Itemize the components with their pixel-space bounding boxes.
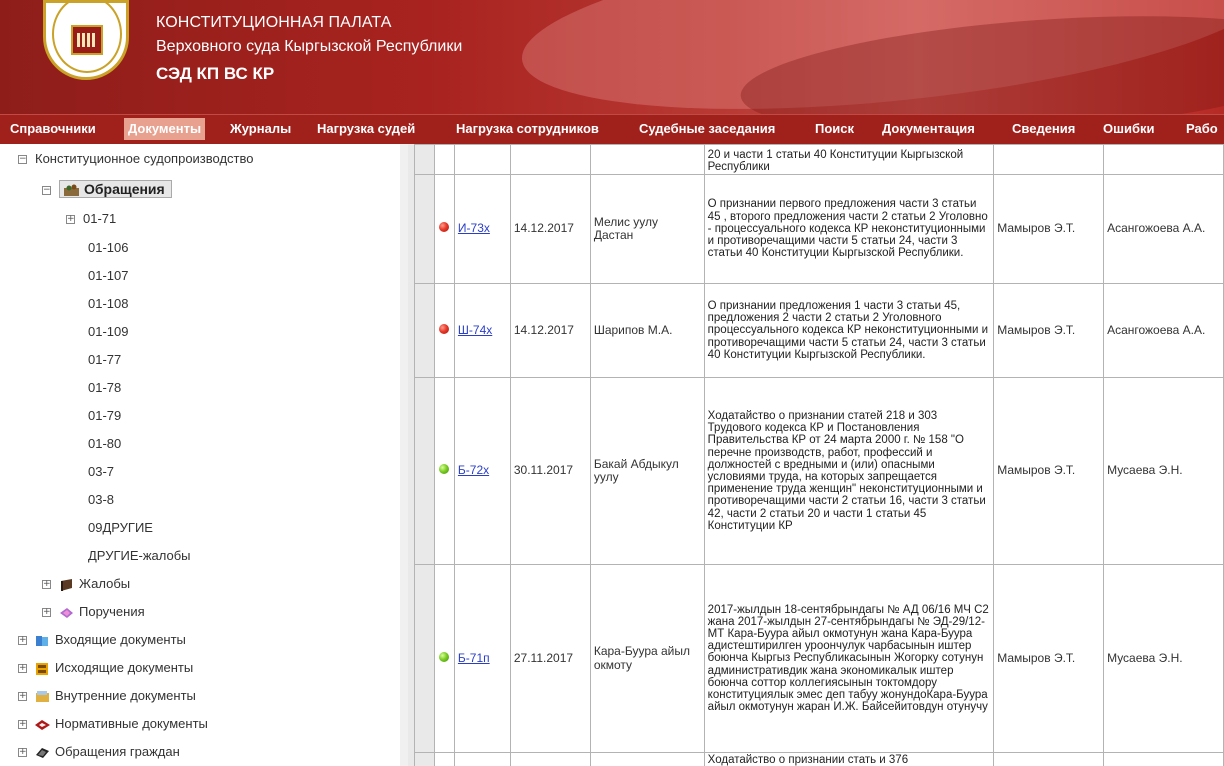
tree-item-03-7[interactable]: 03-7 bbox=[88, 461, 114, 483]
tree-node-internal[interactable]: + Внутренние документы bbox=[18, 685, 196, 707]
employee: Асангожоева А.А. bbox=[1103, 174, 1224, 284]
main-menu: Справочники Документы Журналы Нагрузка с… bbox=[0, 114, 1224, 144]
table-row[interactable]: Б-71п 27.11.2017 Кара-Буура айыл окмоту … bbox=[414, 564, 1224, 753]
table-row[interactable]: Ходатайство о признании стать и 376 bbox=[414, 752, 1224, 766]
employee: Мусаева Э.Н. bbox=[1103, 564, 1224, 753]
applicant: Кара-Буура айыл окмоту bbox=[589, 564, 705, 753]
appeal-description: Ходатайство о признании статей 218 и 303… bbox=[703, 377, 995, 565]
documents-table-panel: 20 и части 1 статьи 40 Конституции Кыргы… bbox=[414, 144, 1224, 766]
menu-dokumenty[interactable]: Документы bbox=[124, 118, 206, 140]
citizen-appeals-icon bbox=[36, 747, 49, 758]
appeal-description: 20 и части 1 статьи 40 Конституции Кыргы… bbox=[703, 144, 995, 175]
tree-item-01-108[interactable]: 01-108 bbox=[88, 293, 128, 315]
appeal-description: О признании предложения 1 части 3 статьи… bbox=[703, 283, 995, 378]
menu-oshibki[interactable]: Ошибки bbox=[1099, 118, 1158, 140]
expand-icon[interactable]: + bbox=[18, 720, 27, 730]
menu-zhurnaly[interactable]: Журналы bbox=[226, 118, 295, 140]
applicant: Бакай Абдыкул уулу bbox=[589, 377, 705, 565]
table-row[interactable]: 20 и части 1 статьи 40 Конституции Кыргы… bbox=[414, 144, 1224, 175]
app-header: КОНСТИТУЦИОННАЯ ПАЛАТА Верховного суда К… bbox=[0, 0, 1224, 114]
header-title: КОНСТИТУЦИОННАЯ ПАЛАТА bbox=[156, 14, 392, 31]
status-red-icon bbox=[439, 222, 450, 233]
tree-node-incoming[interactable]: + Входящие документы bbox=[18, 629, 186, 651]
incoming-documents-icon bbox=[36, 635, 48, 646]
outgoing-documents-icon bbox=[36, 662, 48, 675]
expand-icon[interactable]: + bbox=[18, 692, 27, 702]
tree-item-01-109[interactable]: 01-109 bbox=[88, 321, 128, 343]
book-icon bbox=[61, 578, 72, 591]
tree-node-outgoing[interactable]: + Исходящие документы bbox=[18, 657, 193, 679]
tree-node-zhaloby[interactable]: + Жалобы bbox=[42, 573, 130, 595]
tree-item-01-107[interactable]: 01-107 bbox=[88, 265, 128, 287]
expand-icon[interactable]: + bbox=[66, 215, 75, 225]
tree-item-01-78[interactable]: 01-78 bbox=[88, 377, 121, 399]
expand-icon[interactable]: + bbox=[42, 580, 51, 590]
sidebar-scrollbar[interactable] bbox=[400, 144, 408, 766]
case-number-link[interactable]: Б-71п bbox=[458, 651, 490, 665]
table-row[interactable]: Б-72х 30.11.2017 Бакай Абдыкул уулу Хода… bbox=[414, 377, 1224, 565]
system-name: СЭД КП ВС КР bbox=[156, 64, 275, 83]
tasks-icon bbox=[60, 607, 73, 618]
case-date: 14.12.2017 bbox=[509, 283, 591, 378]
tree-item-03-8[interactable]: 03-8 bbox=[88, 489, 114, 511]
judge: Мамыров Э.Т. bbox=[993, 377, 1105, 565]
menu-spravochniki[interactable]: Справочники bbox=[6, 118, 100, 140]
emblem-logo bbox=[43, 0, 129, 80]
status-green-icon bbox=[439, 464, 450, 475]
folder-people-icon bbox=[64, 184, 79, 197]
internal-documents-icon bbox=[36, 690, 49, 702]
normative-documents-icon bbox=[35, 719, 50, 730]
tree-node-normative[interactable]: + Нормативные документы bbox=[18, 713, 208, 735]
case-number-link[interactable]: Б-72х bbox=[458, 463, 489, 478]
tree-item-01-106[interactable]: 01-106 bbox=[88, 237, 128, 259]
table-row[interactable]: Ш-74х 14.12.2017 Шарипов М.А. О признани… bbox=[414, 283, 1224, 378]
header-subtitle: Верховного суда Кыргызской Республики bbox=[156, 38, 463, 55]
case-date: 30.11.2017 bbox=[509, 377, 591, 565]
tree-item-01-77[interactable]: 01-77 bbox=[88, 349, 121, 371]
tree-node-root[interactable]: − Конституционное судопроизводство bbox=[18, 148, 254, 170]
expand-icon[interactable]: + bbox=[18, 636, 27, 646]
case-number-link[interactable]: Ш-74х bbox=[458, 323, 492, 337]
case-number-link[interactable]: И-73х bbox=[458, 221, 490, 236]
applicant: Шарипов М.А. bbox=[589, 283, 705, 378]
status-red-icon bbox=[439, 323, 450, 334]
tree-item-01-71[interactable]: +01-71 bbox=[66, 208, 116, 230]
status-green-icon bbox=[439, 651, 450, 662]
tree-node-citizen-appeals[interactable]: + Обращения граждан bbox=[18, 741, 180, 763]
documents-table: 20 и части 1 статьи 40 Конституции Кыргы… bbox=[414, 144, 1224, 766]
tree-item-01-79[interactable]: 01-79 bbox=[88, 405, 121, 427]
applicant: Мелис уулу Дастан bbox=[589, 174, 705, 284]
judge: Мамыров Э.Т. bbox=[993, 174, 1105, 284]
menu-rabo[interactable]: Рабо bbox=[1182, 118, 1222, 140]
menu-dokumentatsiya[interactable]: Документация bbox=[878, 118, 979, 140]
appeal-description: 2017-жылдын 18-сентябрындагы № АД 06/16 … bbox=[703, 564, 995, 753]
judge: Мамыров Э.Т. bbox=[993, 564, 1105, 753]
tree-item-01-80[interactable]: 01-80 bbox=[88, 433, 121, 455]
menu-sudebnye-zasedaniya[interactable]: Судебные заседания bbox=[635, 118, 779, 140]
tree-node-obrashcheniya[interactable]: − Обращения bbox=[42, 178, 172, 200]
expand-icon[interactable]: + bbox=[42, 608, 51, 618]
expand-icon[interactable]: + bbox=[18, 748, 27, 758]
appeal-description: О признании первого предложения части 3 … bbox=[703, 174, 995, 284]
collapse-icon[interactable]: − bbox=[42, 186, 51, 196]
menu-svedeniya[interactable]: Сведения bbox=[1008, 118, 1079, 140]
navigation-tree: − Конституционное судопроизводство − Обращ… bbox=[0, 144, 409, 766]
collapse-icon[interactable]: − bbox=[18, 155, 27, 165]
tree-item-drugie-zhaloby[interactable]: ДРУГИЕ-жалобы bbox=[88, 545, 191, 567]
employee: Асангожоева А.А. bbox=[1103, 283, 1224, 378]
tree-item-09drugie[interactable]: 09ДРУГИЕ bbox=[88, 517, 153, 539]
judge: Мамыров Э.Т. bbox=[993, 283, 1105, 378]
menu-nagruzka-sudey[interactable]: Нагрузка судей bbox=[313, 118, 419, 140]
table-row[interactable]: И-73х 14.12.2017 Мелис уулу Дастан О при… bbox=[414, 174, 1224, 284]
tree-node-porucheniya[interactable]: + Поручения bbox=[42, 601, 145, 623]
menu-poisk[interactable]: Поиск bbox=[811, 118, 858, 140]
employee: Мусаева Э.Н. bbox=[1103, 377, 1224, 565]
expand-icon[interactable]: + bbox=[18, 664, 27, 674]
appeal-description: Ходатайство о признании стать и 376 bbox=[703, 752, 995, 766]
case-date: 27.11.2017 bbox=[509, 564, 591, 753]
case-date: 14.12.2017 bbox=[509, 174, 591, 284]
menu-nagruzka-sotrudnikov[interactable]: Нагрузка сотрудников bbox=[452, 118, 603, 140]
